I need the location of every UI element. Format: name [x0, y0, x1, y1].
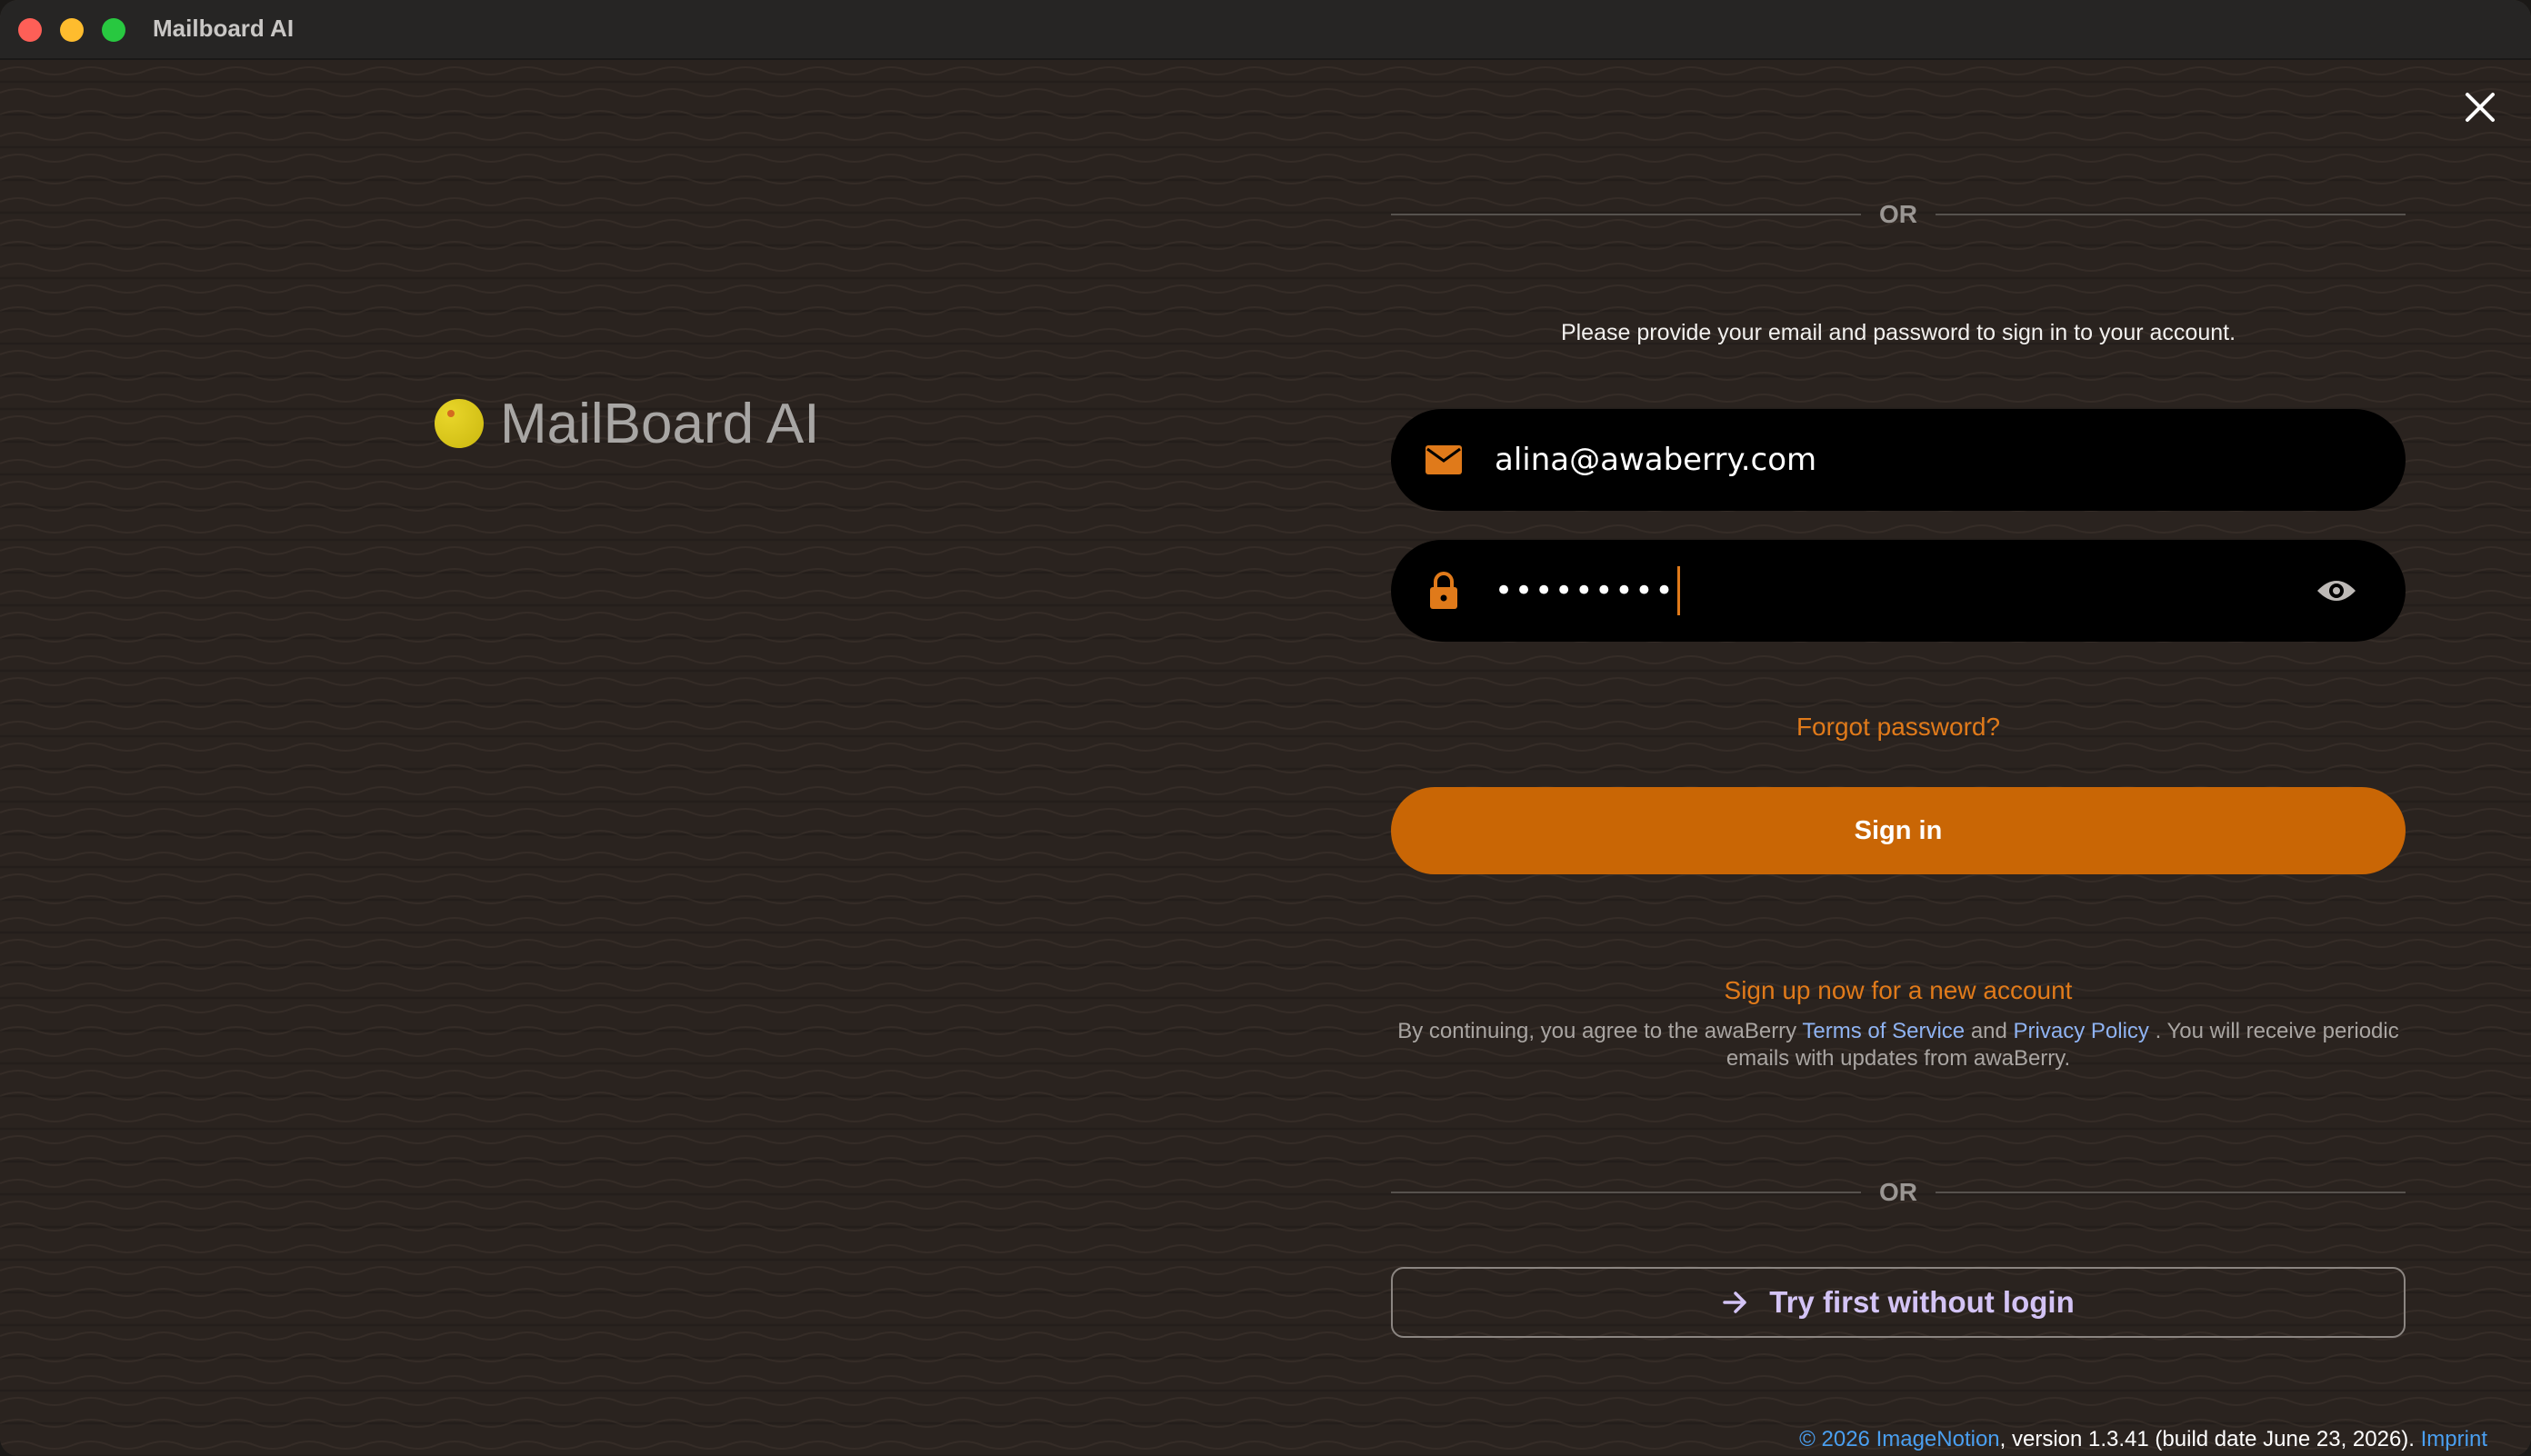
app-window: Mailboard AI MailBoard AI OR Please prov…	[0, 0, 2531, 1456]
password-masked-value: •••••••••	[1495, 573, 1676, 609]
copyright-link[interactable]: © 2026 ImageNotion	[1799, 1427, 2000, 1451]
background-pattern	[0, 60, 2531, 1456]
email-input[interactable]	[1495, 433, 2406, 487]
legal-and: and	[1970, 1019, 2007, 1043]
legal-notice: By continuing, you agree to the awaBerry…	[1391, 1018, 2406, 1072]
divider-line	[1936, 1192, 2406, 1193]
arrow-right-icon	[1722, 1290, 1749, 1315]
divider-line	[1391, 214, 1861, 215]
close-icon[interactable]	[2462, 89, 2498, 125]
password-field[interactable]: •••••••••	[1391, 540, 2406, 642]
logo-text: MailBoard AI	[500, 392, 820, 455]
divider-line	[1391, 1192, 1861, 1193]
terms-of-service-link[interactable]: Terms of Service	[1802, 1019, 1965, 1043]
email-field[interactable]	[1391, 409, 2406, 511]
try-without-login-label: Try first without login	[1769, 1285, 2075, 1319]
window-title: Mailboard AI	[153, 15, 295, 42]
forgot-password-link[interactable]: Forgot password?	[1391, 713, 2406, 742]
divider-or-label: OR	[1879, 200, 1917, 228]
divider-line	[1936, 214, 2406, 215]
title-bar: Mailboard AI	[0, 0, 2531, 60]
version-text: , version 1.3.41 (build date June 23, 20…	[1999, 1427, 2421, 1451]
sign-up-link[interactable]: Sign up now for a new account	[1391, 976, 2406, 1005]
legal-prefix: By continuing, you agree to the awaBerry	[1397, 1019, 1797, 1043]
window-minimize-button[interactable]	[60, 18, 84, 42]
text-caret	[1676, 566, 1680, 615]
window-maximize-button[interactable]	[102, 18, 125, 42]
divider-or-label: OR	[1879, 1178, 1917, 1206]
imprint-link[interactable]: Imprint	[2421, 1427, 2487, 1451]
sign-in-button[interactable]: Sign in	[1391, 787, 2406, 874]
window-close-button[interactable]	[18, 18, 42, 42]
footer: © 2026 ImageNotion, version 1.3.41 (buil…	[1799, 1427, 2487, 1452]
logo-mark	[435, 399, 484, 448]
eye-icon[interactable]	[2315, 569, 2358, 613]
try-without-login-button[interactable]: Try first without login	[1391, 1267, 2406, 1338]
login-instruction: Please provide your email and password t…	[1560, 320, 2236, 345]
app-logo: MailBoard AI	[435, 387, 820, 460]
privacy-policy-link[interactable]: Privacy Policy	[2014, 1019, 2149, 1043]
divider-top: OR	[1391, 196, 2406, 233]
login-screen: MailBoard AI OR Please provide your emai…	[0, 60, 2531, 1456]
lock-icon	[1424, 571, 1464, 611]
password-input[interactable]: •••••••••	[1495, 566, 2315, 615]
divider-bottom: OR	[1391, 1174, 2406, 1211]
mail-icon	[1424, 440, 1464, 480]
